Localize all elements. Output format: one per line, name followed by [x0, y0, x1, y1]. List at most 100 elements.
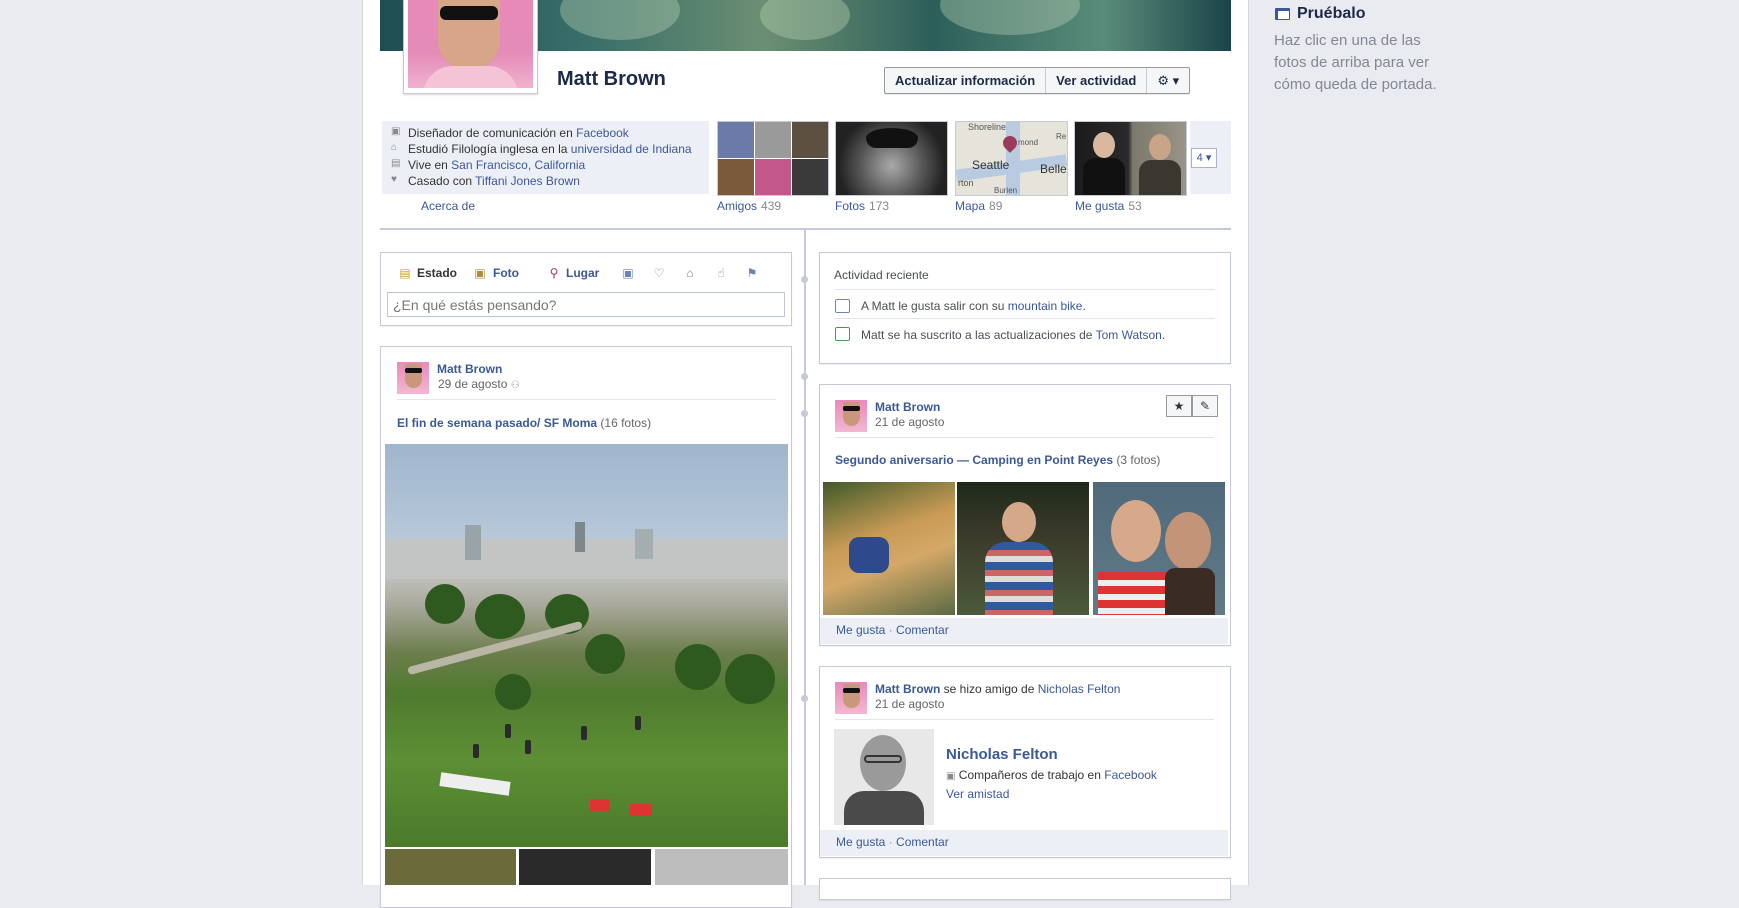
friend-photo[interactable]	[834, 729, 934, 825]
post-author[interactable]: Matt Brown	[875, 400, 940, 414]
life-event-health-icon[interactable]: ☝	[714, 266, 728, 280]
sunglasses	[843, 406, 860, 411]
edit-pencil-icon[interactable]: ✎	[1192, 395, 1218, 417]
album-photo[interactable]	[1093, 482, 1225, 615]
post-date[interactable]: 29 de agosto ⚇	[438, 377, 520, 391]
friends-count: 439	[761, 199, 782, 213]
friends-privacy-icon[interactable]: ⚇	[511, 380, 520, 391]
friend-photo	[792, 159, 828, 195]
map-city-label: Re	[1056, 132, 1067, 141]
about-work: ▣ Diseñador de comunicación en Facebook	[391, 126, 629, 140]
rail-title: Pruébalo	[1297, 5, 1366, 22]
profile-name[interactable]: Matt Brown	[557, 68, 666, 91]
hat-shape	[866, 128, 918, 148]
comment-button[interactable]: Comentar	[896, 623, 949, 637]
activity-link[interactable]: mountain bike	[1008, 299, 1083, 313]
post-author[interactable]: Matt Brown	[437, 362, 502, 376]
author-avatar[interactable]	[397, 362, 429, 394]
like-button[interactable]: Me gusta	[836, 623, 885, 637]
photos-thumbnail[interactable]	[835, 121, 948, 196]
album-photo[interactable]	[385, 444, 788, 847]
about-location: ▤ Vive en San Francisco, California	[391, 158, 585, 172]
view-activity-button[interactable]: Ver actividad	[1046, 68, 1148, 93]
album-photo[interactable]	[823, 482, 955, 615]
post-actions: Me gusta · Comentar	[836, 835, 949, 849]
post-author[interactable]: Matt Brown	[875, 682, 940, 696]
post-card	[819, 878, 1231, 900]
like-button[interactable]: Me gusta	[836, 835, 885, 849]
person	[525, 740, 531, 754]
separator: ·	[885, 623, 897, 637]
cover-highlight	[560, 0, 680, 40]
photos-label[interactable]: Fotos 173	[835, 199, 889, 213]
friend-photo	[792, 122, 828, 158]
sunglasses	[405, 368, 422, 373]
cooler	[630, 804, 652, 816]
home-icon: ▤	[391, 158, 401, 169]
timeline-spine[interactable]	[804, 228, 806, 885]
person	[473, 744, 479, 758]
star-icon[interactable]: ★	[1166, 395, 1192, 417]
life-event-flag-icon[interactable]: ⚑	[745, 266, 759, 280]
map-label[interactable]: Mapa 89	[955, 199, 1002, 213]
friend-card-work-link[interactable]: Facebook	[1104, 768, 1157, 782]
map-count: 89	[989, 199, 1003, 213]
friends-thumbnail[interactable]	[717, 121, 829, 196]
about-label[interactable]: Acerca de	[421, 199, 475, 213]
tab-photo[interactable]: Foto	[493, 266, 519, 280]
author-avatar[interactable]	[835, 400, 867, 432]
divider	[834, 289, 1215, 290]
update-info-button[interactable]: Actualizar información	[885, 68, 1047, 93]
tab-place[interactable]: Lugar	[566, 266, 599, 280]
about-text: Estudió Filología inglesa en la	[408, 142, 571, 156]
activity-link[interactable]: Tom Watson	[1096, 328, 1162, 342]
map-city-label: Belle	[1040, 162, 1067, 176]
life-event-home-icon[interactable]: ⌂	[683, 266, 697, 280]
profile-picture[interactable]	[408, 0, 533, 88]
album-photo[interactable]	[957, 482, 1089, 615]
gear-menu-button[interactable]: ⚙ ▾	[1147, 68, 1189, 93]
post-date[interactable]: 21 de agosto	[875, 415, 944, 429]
about-relationship: ♥ Casado con Tiffani Jones Brown	[391, 174, 580, 188]
activity-text: .	[1161, 328, 1166, 342]
album-photo[interactable]	[519, 849, 651, 885]
comment-button[interactable]: Comentar	[896, 835, 949, 849]
life-event-work-icon[interactable]: ▣	[621, 266, 635, 280]
divider	[835, 437, 1214, 438]
album-photo[interactable]	[385, 849, 516, 885]
likes-label[interactable]: Me gusta 53	[1075, 199, 1142, 213]
likes-thumbnail[interactable]	[1074, 121, 1187, 196]
recent-activity-item: Matt se ha suscrito a las actualizacione…	[861, 328, 1165, 342]
divider	[835, 719, 1214, 720]
friends-label[interactable]: Amigos 439	[717, 199, 781, 213]
album-photo[interactable]	[655, 849, 788, 885]
author-avatar[interactable]	[835, 682, 867, 714]
tab-status[interactable]: Estado	[417, 266, 457, 280]
friend-photo	[718, 122, 754, 158]
view-friendship-link[interactable]: Ver amistad	[946, 787, 1009, 801]
album-link[interactable]: Segundo aniversario — Camping en Point R…	[835, 453, 1113, 467]
person-head	[1002, 502, 1036, 542]
post-verb: se hizo amigo de	[940, 682, 1038, 696]
person-body	[985, 542, 1053, 615]
map-thumbnail[interactable]: Shoreline Seattle Belle rton Burien Re m…	[955, 121, 1068, 196]
life-event-heart-icon[interactable]: ♡	[652, 266, 666, 280]
about-link[interactable]: San Francisco, California	[451, 158, 585, 172]
graduation-cap-icon: ⌂	[391, 142, 398, 153]
about-link[interactable]: universidad de Indiana	[571, 142, 692, 156]
post-date[interactable]: 21 de agosto	[875, 697, 944, 711]
about-link[interactable]: Facebook	[576, 126, 629, 140]
album-link[interactable]: El fin de semana pasado/ SF Moma	[397, 416, 597, 430]
status-input[interactable]: ¿En qué estás pensando?	[387, 292, 785, 317]
recent-activity-title: Actividad reciente	[834, 268, 929, 282]
friend-photo	[755, 159, 791, 195]
more-sections-button[interactable]: 4 ▾	[1191, 148, 1217, 168]
map-city-label: Shoreline	[968, 122, 1007, 132]
about-link[interactable]: Tiffani Jones Brown	[475, 174, 580, 188]
map-city-label: rton	[958, 178, 974, 188]
post-actions: Me gusta · Comentar	[836, 623, 949, 637]
activity-text: .	[1082, 299, 1086, 313]
friend-card-name[interactable]: Nicholas Felton	[946, 746, 1058, 763]
friend-link[interactable]: Nicholas Felton	[1038, 682, 1121, 696]
friends-label-text: Amigos	[717, 199, 758, 213]
